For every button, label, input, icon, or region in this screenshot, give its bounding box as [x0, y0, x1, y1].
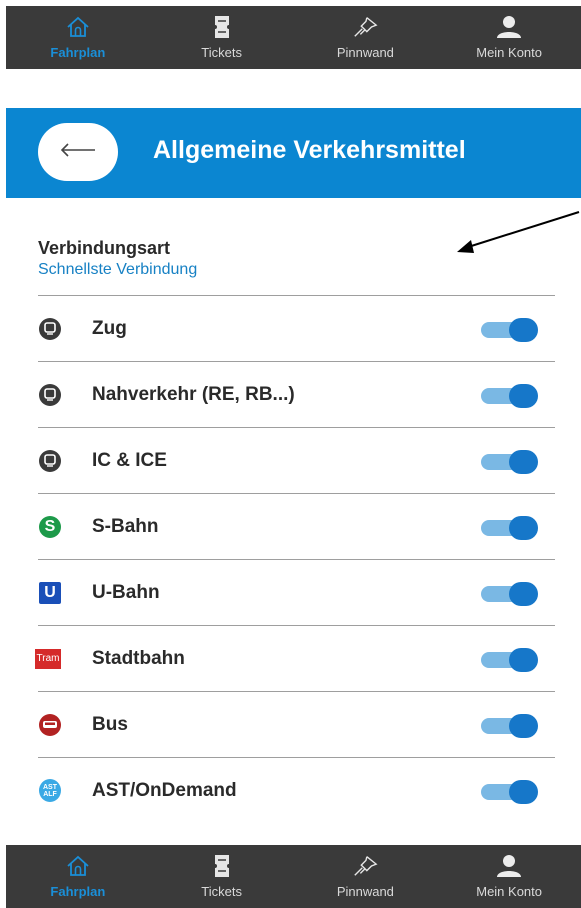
- nav-label-tickets: Tickets: [201, 884, 242, 899]
- bus-icon: [39, 713, 61, 736]
- user-icon: [496, 15, 522, 39]
- transport-label: U-Bahn: [92, 581, 160, 603]
- pin-icon: [352, 15, 378, 39]
- toggle-zug[interactable]: [481, 318, 541, 342]
- list-item-zug: Zug: [38, 295, 555, 361]
- train-icon: [39, 383, 61, 406]
- user-icon: [496, 854, 522, 878]
- annotation-arrow-icon: [457, 211, 580, 253]
- list-item-bus: Bus: [38, 691, 555, 757]
- bottom-nav-bar: Fahrplan Tickets Pinnwand Mein Konto: [6, 845, 581, 908]
- list-item-ast-ondemand: AST ALF AST/OnDemand: [38, 757, 555, 823]
- train-icon: [39, 449, 61, 472]
- nav-item-mein-konto[interactable]: Mein Konto: [437, 845, 581, 908]
- ast-icon: AST ALF: [39, 779, 61, 802]
- nav-item-tickets[interactable]: Tickets: [150, 845, 294, 908]
- list-item-stadtbahn: Tram Stadtbahn: [35, 625, 555, 691]
- list-item-u-bahn: U U-Bahn: [38, 559, 555, 625]
- page-header: Allgemeine Verkehrsmittel: [6, 108, 581, 198]
- transport-label: Stadtbahn: [92, 647, 185, 669]
- connection-type-value: Schnellste Verbindung: [38, 261, 198, 278]
- home-icon: [65, 15, 91, 39]
- toggle-ic-ice[interactable]: [481, 450, 541, 474]
- nav-label-pinnwand: Pinnwand: [336, 45, 394, 60]
- train-icon: [39, 317, 61, 340]
- back-button[interactable]: [38, 123, 118, 181]
- arrow-left-icon: [60, 142, 96, 163]
- ticket-icon: [209, 15, 235, 39]
- top-nav-bar: Fahrplan Tickets Pinnwand Mein Konto: [6, 6, 581, 69]
- nav-item-mein-konto[interactable]: Mein Konto: [437, 6, 581, 69]
- nav-label-mein-konto: Mein Konto: [476, 884, 542, 899]
- transport-label: Nahverkehr (RE, RB...): [92, 383, 295, 405]
- toggle-nahverkehr[interactable]: [481, 384, 541, 408]
- nav-label-mein-konto: Mein Konto: [476, 45, 542, 60]
- transport-label: Bus: [92, 713, 128, 735]
- toggle-ast-ondemand[interactable]: [481, 780, 541, 804]
- home-icon: [65, 854, 91, 878]
- list-item-nahverkehr: Nahverkehr (RE, RB...): [38, 361, 555, 427]
- toggle-bus[interactable]: [481, 714, 541, 738]
- transport-label: Zug: [92, 317, 127, 339]
- s-bahn-icon: S: [39, 515, 61, 538]
- toggle-s-bahn[interactable]: [481, 516, 541, 540]
- list-item-s-bahn: S S-Bahn: [38, 493, 555, 559]
- transport-label: IC & ICE: [92, 449, 167, 471]
- nav-item-pinnwand[interactable]: Pinnwand: [294, 6, 438, 69]
- transport-mode-list: Zug Nahverkehr (RE, RB...) IC & ICE S S-…: [35, 295, 555, 823]
- ticket-icon: [209, 854, 235, 878]
- page-title: Allgemeine Verkehrsmittel: [153, 136, 466, 164]
- list-item-ic-ice: IC & ICE: [38, 427, 555, 493]
- nav-item-fahrplan[interactable]: Fahrplan: [6, 6, 150, 69]
- nav-label-pinnwand: Pinnwand: [336, 884, 394, 899]
- transport-label: S-Bahn: [92, 515, 159, 537]
- nav-item-fahrplan[interactable]: Fahrplan: [6, 845, 150, 908]
- nav-label-fahrplan: Fahrplan: [50, 884, 106, 899]
- pin-icon: [352, 854, 378, 878]
- transport-label: AST/OnDemand: [92, 779, 237, 801]
- tram-icon: Tram: [35, 648, 61, 670]
- toggle-u-bahn[interactable]: [481, 582, 541, 606]
- toggle-stadtbahn[interactable]: [481, 648, 541, 672]
- nav-label-fahrplan: Fahrplan: [50, 45, 106, 60]
- nav-item-pinnwand[interactable]: Pinnwand: [294, 845, 438, 908]
- nav-label-tickets: Tickets: [201, 45, 242, 60]
- nav-item-tickets[interactable]: Tickets: [150, 6, 294, 69]
- u-bahn-icon: U: [39, 581, 61, 604]
